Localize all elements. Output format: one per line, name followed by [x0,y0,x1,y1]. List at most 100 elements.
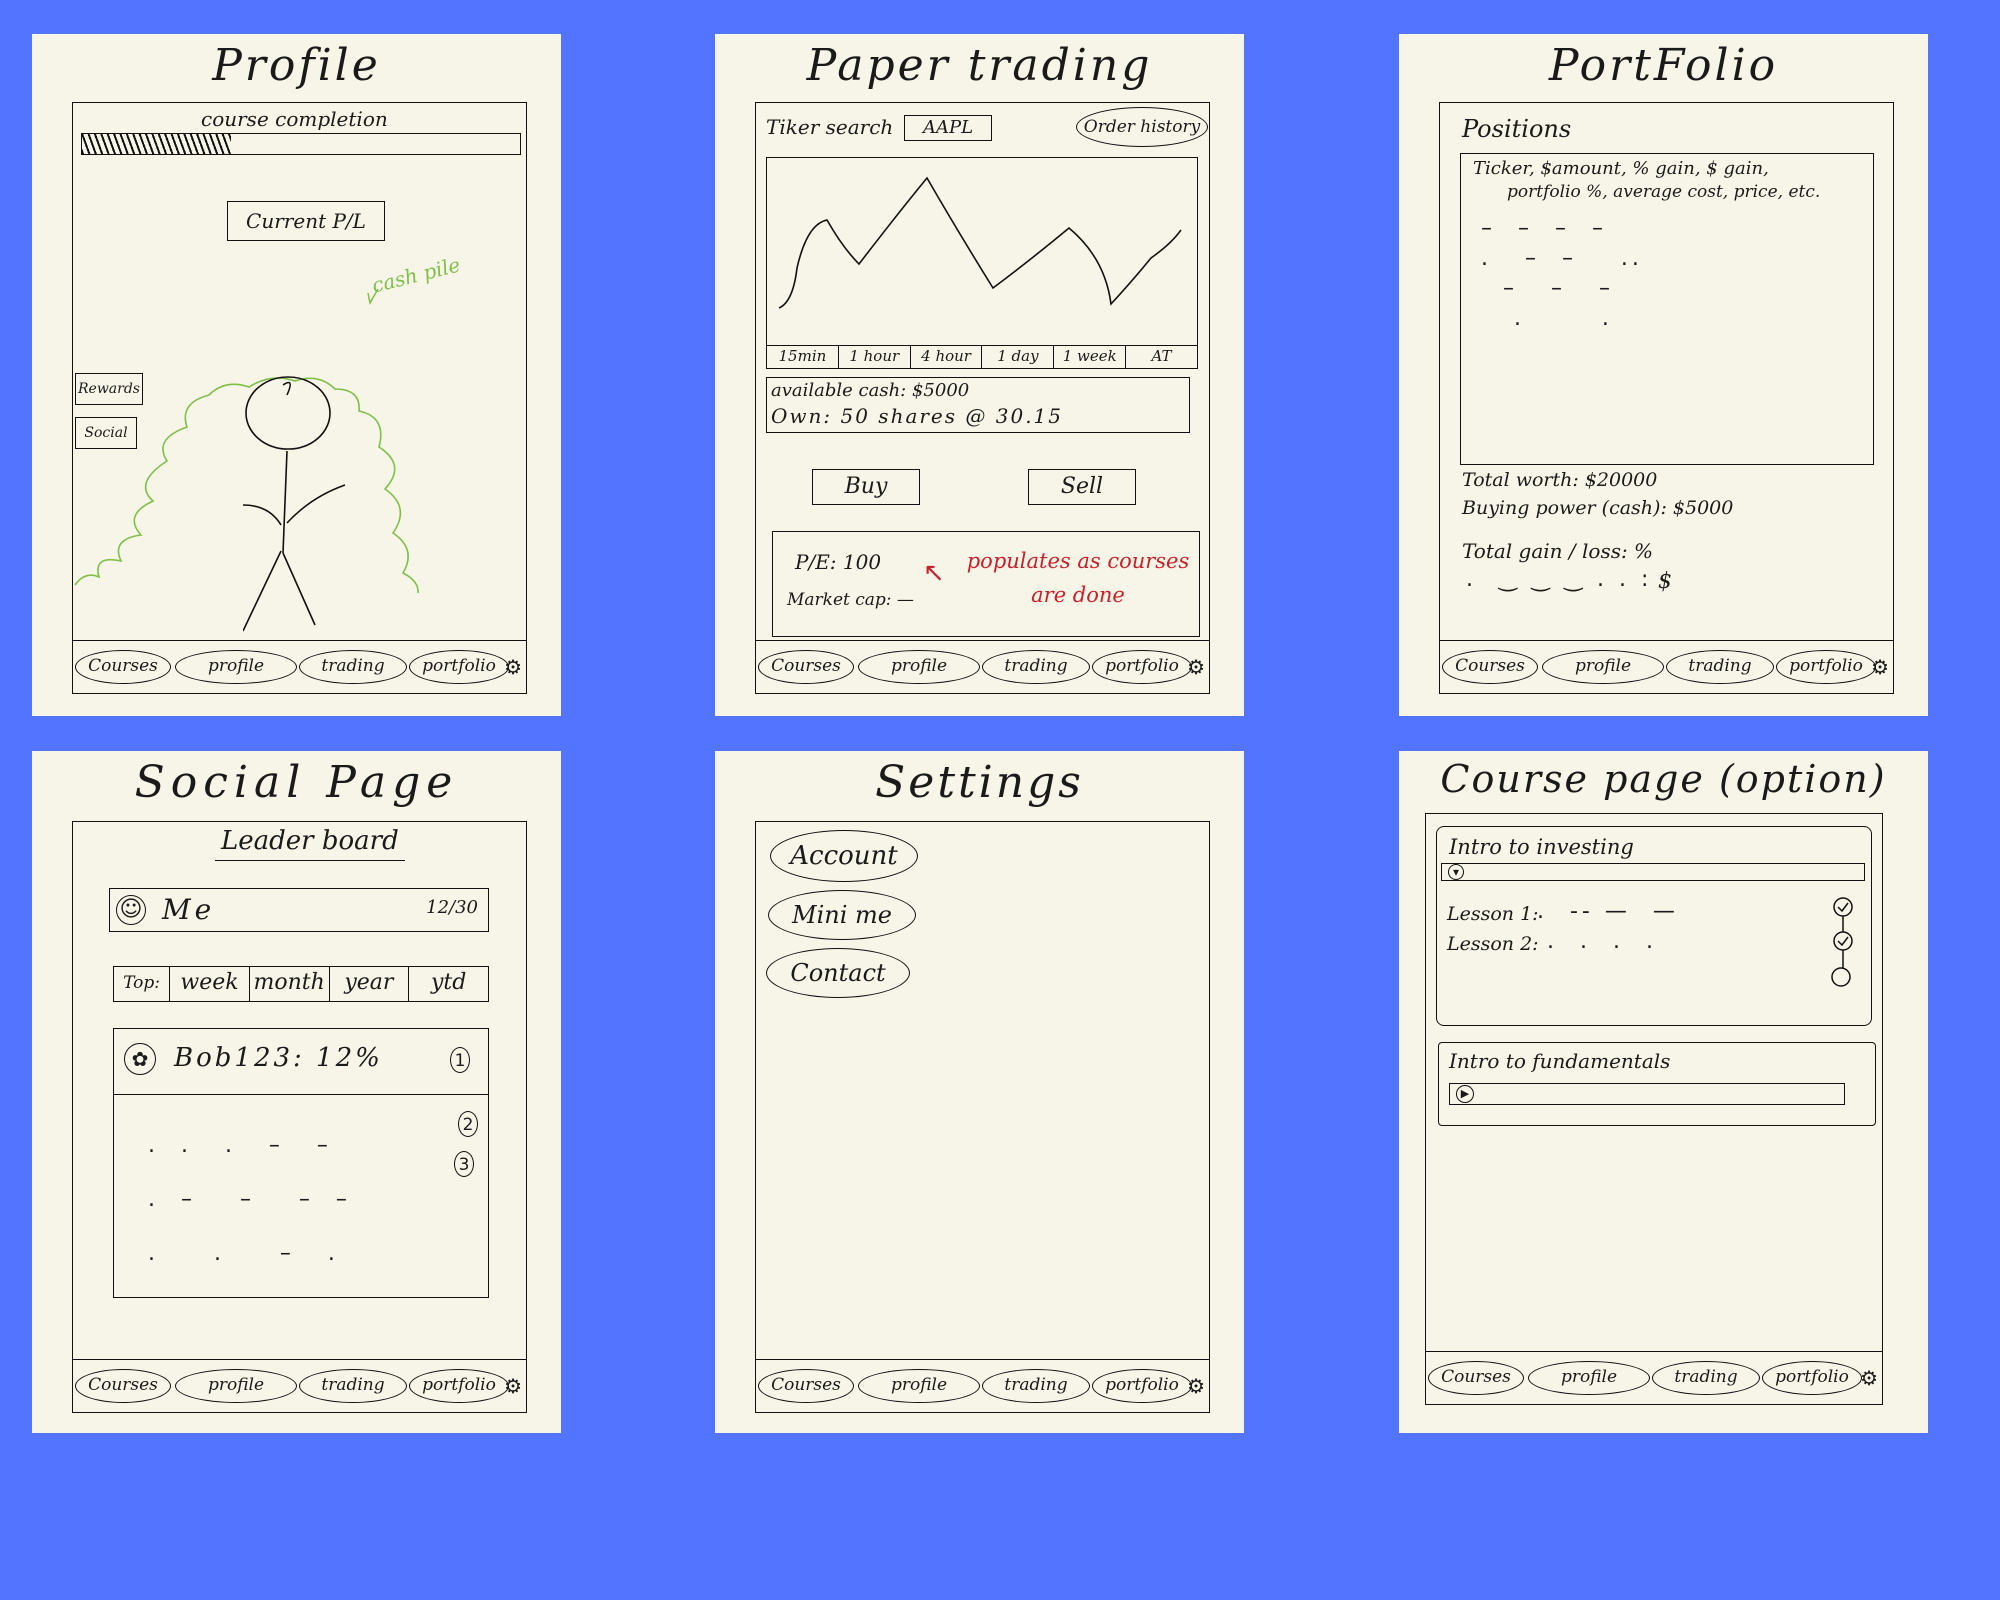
gear-icon[interactable]: ⚙ [504,1374,522,1398]
period-tab[interactable]: month [250,967,330,1001]
me-label: Me [162,893,216,926]
bottom-nav: Courses profile trading portfolio ⚙ [756,640,1209,693]
rank-badge: 1 [450,1047,470,1073]
buy-button[interactable]: Buy [812,469,920,505]
nav-courses[interactable]: Courses [1428,1361,1524,1395]
course-title: Intro to fundamentals [1449,1049,1671,1073]
bottom-nav: Courses profile trading portfolio ⚙ [756,1359,1209,1412]
gear-icon[interactable]: ⚙ [504,655,522,679]
page-title: PortFolio [1548,40,1779,91]
placeholder-rows: . . . – – . – – – – . . – . [148,1133,351,1266]
page-title: Profile [212,40,381,91]
rank-badge: 2 [458,1111,478,1137]
gear-icon[interactable]: ⚙ [1187,1374,1205,1398]
nav-portfolio[interactable]: portfolio [1092,1369,1192,1403]
current-pl-button[interactable]: Current P/L [227,201,385,241]
progress-fill [82,134,231,154]
leaderboard-heading: Leader board [215,826,405,861]
owned-shares: Own: 50 shares @ 30.15 [771,404,1063,428]
nav-trading[interactable]: trading [1666,650,1774,684]
nav-courses[interactable]: Courses [758,650,854,684]
period-tabs: Top: week month year ytd [113,966,489,1002]
timeframe-tab[interactable]: 1 day [982,346,1055,368]
leaderboard-row[interactable]: ✿ Bob123: 12% 1 [114,1029,488,1095]
timeframe-tabs: 15min 1 hour 4 hour 1 day 1 week AT [767,345,1197,368]
nav-courses[interactable]: Courses [758,1369,854,1403]
nav-portfolio[interactable]: portfolio [409,650,509,684]
timeframe-tab[interactable]: 1 hour [839,346,911,368]
lesson-item[interactable]: Lesson 2: [1447,933,1539,955]
nav-courses[interactable]: Courses [75,1369,171,1403]
nav-profile[interactable]: profile [175,650,297,684]
settings-item-mini-me[interactable]: Mini me [768,890,916,940]
nav-trading[interactable]: trading [299,1369,407,1403]
price-chart: 15min 1 hour 4 hour 1 day 1 week AT [766,157,1198,369]
leaderboard-list: ✿ Bob123: 12% 1 2 3 . . . – – . – – – – … [113,1028,489,1298]
period-tab[interactable]: year [330,967,410,1001]
my-rank-row[interactable]: ☺ Me 12/30 [109,888,489,932]
phone-frame: course completion Current P/L cash pile … [72,102,527,694]
ticker-search-input[interactable]: AAPL [904,115,992,141]
avatar-stick-figure [243,376,346,632]
total-gain-loss: Total gain / loss: % [1462,539,1654,563]
placeholder-lesson: . . . . [1547,929,1657,954]
order-history-button[interactable]: Order history [1076,107,1208,147]
rewards-button[interactable]: Rewards [75,373,143,405]
positions-table: Ticker, $amount, % gain, $ gain, portfol… [1460,153,1874,465]
populates-note: populates as courses are done [966,549,1190,607]
page-title: Paper trading [806,40,1153,91]
play-icon[interactable]: ▶ [1456,1085,1474,1103]
nav-courses[interactable]: Courses [1442,650,1538,684]
nav-portfolio[interactable]: portfolio [1776,650,1876,684]
nav-profile[interactable]: profile [175,1369,297,1403]
positions-columns: Ticker, $amount, % gain, $ gain, [1473,158,1769,179]
lesson-item[interactable]: Lesson 1: [1447,903,1539,925]
nav-courses[interactable]: Courses [75,650,171,684]
nav-profile[interactable]: profile [1542,650,1664,684]
bottom-nav: Courses profile trading portfolio ⚙ [73,1359,526,1412]
course-card[interactable]: Intro to investing ▾ Lesson 1: . -- — — … [1436,826,1872,1026]
position-summary: available cash: $5000 Own: 50 shares @ 3… [766,377,1190,433]
gear-icon[interactable]: ⚙ [1187,655,1205,679]
top-label: Top: [114,967,171,1001]
ticker-search-label: Tiker search [766,115,894,139]
timeframe-tab[interactable]: 15min [767,346,839,368]
sell-button[interactable]: Sell [1028,469,1136,505]
page-title: Course page (option) [1440,757,1887,801]
gear-icon[interactable]: ⚙ [1860,1366,1878,1390]
nav-profile[interactable]: profile [858,1369,980,1403]
period-tab[interactable]: week [170,967,250,1001]
settings-item-account[interactable]: Account [770,830,918,882]
nav-profile[interactable]: profile [1528,1361,1650,1395]
total-worth: Total worth: $20000 [1462,469,1658,491]
course-card[interactable]: Intro to fundamentals ▶ [1438,1042,1876,1126]
social-button[interactable]: Social [75,417,137,449]
timeframe-tab[interactable]: AT [1126,346,1197,368]
course-title: Intro to investing [1449,835,1634,859]
period-tab[interactable]: ytd [409,967,488,1001]
nav-trading[interactable]: trading [982,1369,1090,1403]
avatar-icon: ☺ [116,895,146,925]
settings-item-contact[interactable]: Contact [766,948,910,998]
nav-profile[interactable]: profile [858,650,980,684]
rank-badge: 3 [454,1151,474,1177]
placeholder-rows: – – – – . – – .. – – – . . [1481,216,1643,331]
play-icon[interactable]: ▾ [1448,864,1464,880]
phone-frame: Positions Ticker, $amount, % gain, $ gai… [1439,102,1894,694]
available-cash: available cash: $5000 [771,380,970,401]
leaderboard-entry: Bob123: 12% [174,1043,383,1073]
nav-portfolio[interactable]: portfolio [1762,1361,1862,1395]
nav-portfolio[interactable]: portfolio [1092,650,1192,684]
phone-frame: Leader board ☺ Me 12/30 Top: week month … [72,821,527,1413]
timeframe-tab[interactable]: 1 week [1054,346,1127,368]
fundamentals-panel: P/E: 100 Market cap: — ↖ populates as co… [772,531,1200,637]
timeframe-tab[interactable]: 4 hour [911,346,983,368]
avatar-icon: ✿ [124,1043,156,1075]
nav-trading[interactable]: trading [299,650,407,684]
nav-trading[interactable]: trading [982,650,1090,684]
gear-icon[interactable]: ⚙ [1871,655,1889,679]
trading-screen: Paper trading Tiker search AAPL Order hi… [715,34,1244,716]
placeholder-lesson: . -- — — [1537,899,1679,924]
nav-trading[interactable]: trading [1652,1361,1760,1395]
nav-portfolio[interactable]: portfolio [409,1369,509,1403]
